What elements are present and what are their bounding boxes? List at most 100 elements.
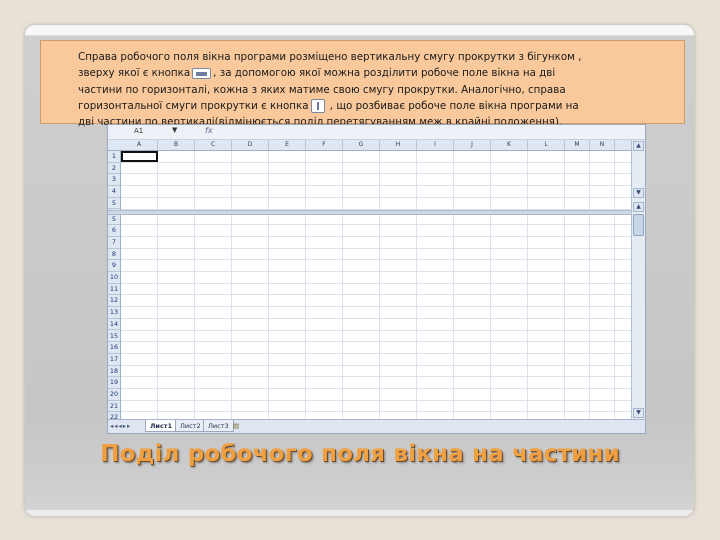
excel-window: A1 ▼ fx ABCDEFGHIJKLMN 1 2 3 4 5 5 6 7 8 9 10 11 12 1… [107, 124, 646, 434]
sheet-tabs-bar: ◂◂◂▸▸ Лист1 Лист2 Лист3 ▤ [108, 419, 645, 433]
gridline-horizontal [121, 185, 631, 187]
row-header-15[interactable]: 14 [108, 319, 120, 331]
slide-bottom-band [25, 510, 694, 516]
column-header-g[interactable]: G [343, 140, 380, 150]
horizontal-split-button-icon [192, 67, 212, 79]
gridline-horizontal [121, 271, 631, 272]
gridline-horizontal [121, 259, 631, 261]
gridline-horizontal [121, 247, 631, 249]
row-header-5[interactable]: 5 [108, 198, 120, 210]
row-header-18[interactable]: 17 [108, 354, 120, 366]
note-text: Справа робочого поля вікна програми розм… [78, 51, 582, 63]
column-header-c[interactable]: C [195, 140, 232, 150]
active-cell-a1[interactable] [121, 151, 158, 162]
gridline-horizontal [121, 341, 631, 343]
row-header-22[interactable]: 21 [108, 401, 120, 413]
formula-bar: A1 ▼ fx [108, 125, 645, 140]
row-header-6[interactable]: 5 [108, 214, 120, 226]
note-line: зверху якої є кнопка , за допомогою якої … [78, 65, 672, 81]
instruction-note: Справа робочого поля вікна програми розм… [40, 40, 685, 128]
gridline-vertical [379, 151, 380, 419]
row-header-21[interactable]: 20 [108, 389, 120, 401]
column-header-m[interactable]: M [565, 140, 590, 150]
name-box[interactable]: A1 [134, 127, 143, 135]
tab-sheet2[interactable]: Лист2 [175, 420, 206, 432]
fx-icon[interactable]: fx [205, 126, 213, 135]
scroll-thumb[interactable] [633, 214, 644, 236]
slide-top-band [25, 25, 694, 36]
row-header-1[interactable]: 1 [108, 151, 120, 163]
gridline-horizontal [121, 352, 631, 354]
tab-sheet3[interactable]: Лист3 [203, 420, 234, 432]
column-header-i[interactable]: I [417, 140, 454, 150]
note-text: частини по горизонталі, кожна з яких мат… [78, 83, 566, 96]
row-header-2[interactable]: 2 [108, 163, 120, 175]
vertical-split-button-icon [310, 98, 325, 113]
gridline-vertical [157, 151, 158, 419]
row-header-13[interactable]: 12 [108, 295, 120, 308]
note-text: , що розбиває робоче поле вікна програми… [326, 99, 579, 112]
column-header-d[interactable]: D [232, 140, 269, 150]
row-header-12[interactable]: 11 [108, 284, 120, 296]
row-header-16[interactable]: 15 [108, 331, 120, 343]
gridline-vertical [268, 151, 269, 419]
scroll-down-icon[interactable]: ▼ [633, 188, 644, 198]
gridline-horizontal [121, 294, 631, 296]
row-header-14[interactable]: 13 [108, 307, 120, 319]
gridline-vertical [490, 151, 491, 419]
gridline-horizontal [121, 282, 631, 284]
gridline-vertical [416, 151, 417, 419]
row-header-11[interactable]: 10 [108, 272, 120, 284]
gridline-horizontal [121, 317, 631, 319]
name-box-dropdown-icon[interactable]: ▼ [172, 126, 177, 134]
row-header-8[interactable]: 7 [108, 237, 120, 249]
column-header-f[interactable]: F [306, 140, 343, 150]
row-header-10[interactable]: 9 [108, 260, 120, 272]
gridline-horizontal [121, 161, 631, 163]
row-header-7[interactable]: 6 [108, 225, 120, 237]
gridline-horizontal [121, 364, 631, 366]
note-line: Справа робочого поля вікна програми розм… [78, 49, 672, 65]
column-header-l[interactable]: L [528, 140, 565, 150]
column-header-e[interactable]: E [269, 140, 306, 150]
scroll-up-lower-icon[interactable]: ▲ [633, 202, 644, 212]
row-header-3[interactable]: 3 [108, 174, 120, 187]
column-header-a[interactable]: A [121, 140, 158, 150]
horizontal-split-bar[interactable] [108, 210, 631, 215]
row-header-17[interactable]: 16 [108, 342, 120, 354]
gridline-horizontal [121, 388, 631, 389]
scroll-up-icon[interactable]: ▲ [633, 141, 644, 151]
note-line: горизонтальної смуги прокрутки є кнопка … [78, 98, 672, 114]
row-header-4[interactable]: 4 [108, 186, 120, 198]
gridline-horizontal [121, 224, 631, 226]
gridline-vertical [614, 151, 615, 419]
note-line: частини по горизонталі, кожна з яких мат… [78, 82, 672, 98]
row-header-9[interactable]: 8 [108, 249, 120, 261]
tab-sheet1[interactable]: Лист1 [145, 420, 178, 432]
column-header-n[interactable]: N [590, 140, 615, 150]
insert-sheet-icon[interactable]: ▤ [233, 422, 239, 430]
gridline-horizontal [121, 235, 631, 237]
gridline-vertical [527, 151, 528, 419]
gridline-horizontal [121, 173, 631, 175]
vertical-scrollbar[interactable]: ▲ ▼ ▲ ▼ [631, 140, 645, 419]
gridline-vertical [453, 151, 454, 419]
scroll-down-lower-icon[interactable]: ▼ [633, 408, 644, 418]
gridline-vertical [194, 151, 195, 419]
column-header-h[interactable]: H [380, 140, 417, 150]
gridline-vertical [564, 151, 565, 419]
worksheet-grid[interactable] [121, 151, 631, 425]
row-header-20[interactable]: 19 [108, 377, 120, 389]
row-headers: 12345567891011121314151617181920212223 [108, 151, 121, 433]
column-header-k[interactable]: K [491, 140, 528, 150]
row-header-19[interactable]: 18 [108, 366, 120, 378]
gridline-vertical [589, 151, 590, 419]
gridline-horizontal [121, 306, 631, 308]
note-text: зверху якої є кнопка [78, 67, 191, 80]
note-text: горизонтальної смуги прокрутки є кнопка [78, 99, 309, 112]
column-header-b[interactable]: B [158, 140, 195, 150]
gridline-horizontal [121, 376, 631, 378]
tab-navigation-icon[interactable]: ◂◂◂▸▸ [110, 422, 131, 430]
column-header-j[interactable]: J [454, 140, 491, 150]
gridline-horizontal [121, 399, 631, 401]
